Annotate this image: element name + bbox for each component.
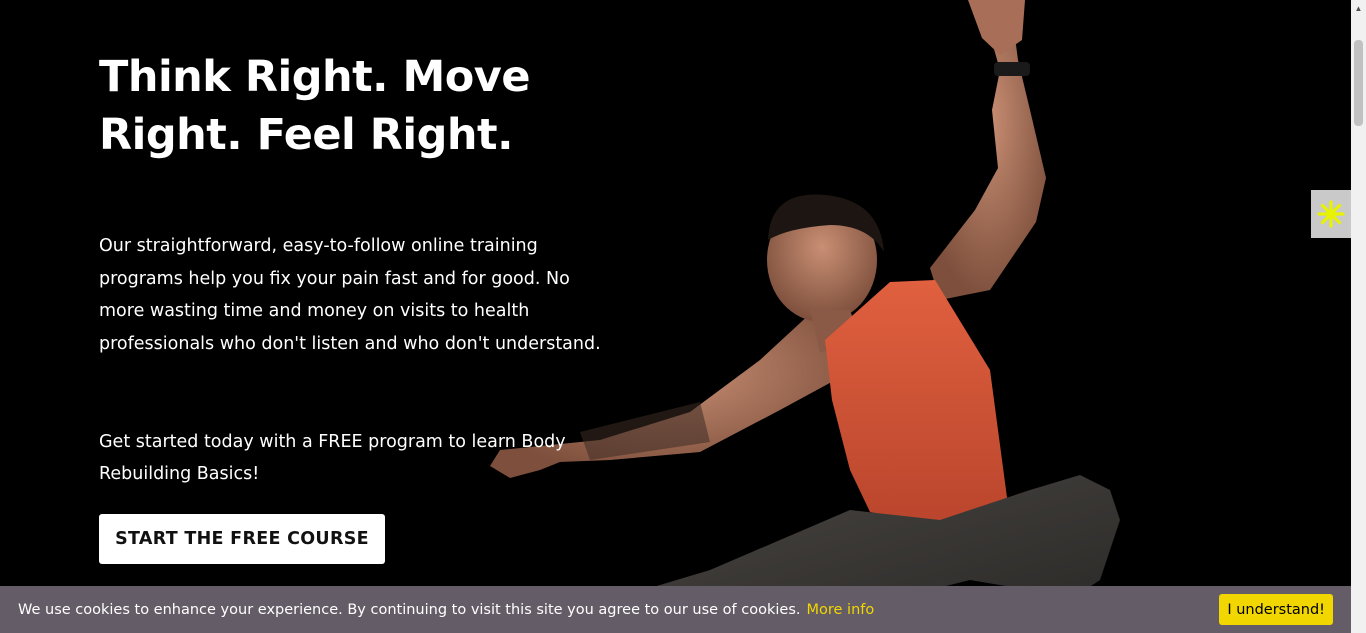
- page: Think Right. Move Right. Feel Right. Our…: [0, 0, 1366, 633]
- cookie-banner: We use cookies to enhance your experienc…: [0, 586, 1351, 633]
- vertical-scrollbar[interactable]: ▲: [1351, 0, 1366, 633]
- hero-section: Think Right. Move Right. Feel Right. Our…: [99, 48, 619, 564]
- side-widget-button[interactable]: [1311, 190, 1351, 238]
- scrollbar-thumb[interactable]: [1354, 40, 1363, 126]
- accept-cookies-button[interactable]: I understand!: [1219, 594, 1333, 625]
- cookie-message-text: We use cookies to enhance your experienc…: [18, 601, 801, 618]
- cta-paragraph: Get started today with a FREE program to…: [99, 432, 566, 484]
- scroll-up-arrow-icon[interactable]: ▲: [1351, 0, 1366, 17]
- start-free-course-button[interactable]: START THE FREE COURSE: [99, 514, 385, 564]
- page-title: Think Right. Move Right. Feel Right.: [99, 52, 531, 160]
- asterisk-icon: [1317, 200, 1345, 228]
- intro-paragraph: Our straightforward, easy-to-follow onli…: [99, 236, 601, 354]
- more-info-link[interactable]: More info: [807, 602, 875, 618]
- cookie-message: We use cookies to enhance your experienc…: [18, 602, 874, 618]
